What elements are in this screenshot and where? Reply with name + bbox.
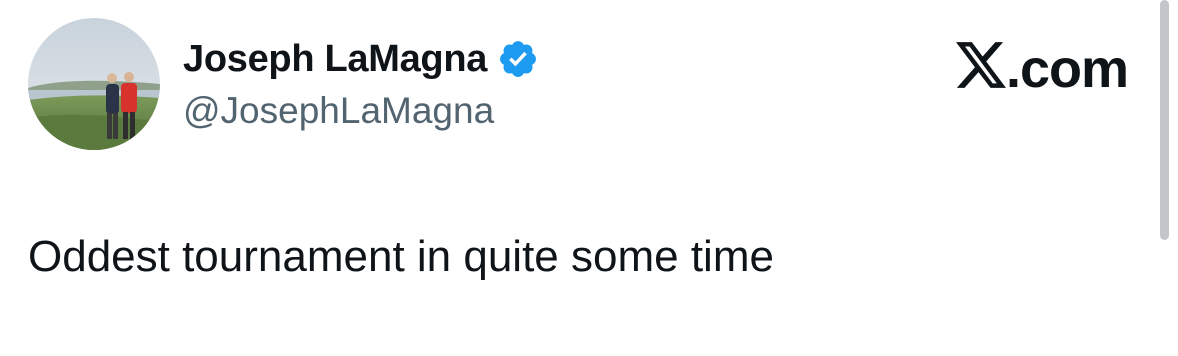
- author-row: Joseph LaMagna: [183, 36, 539, 82]
- tweet-text: Oddest tournament in quite some time: [28, 232, 774, 281]
- x-logo-icon: [955, 41, 1006, 97]
- brand-watermark: .com: [955, 39, 1129, 99]
- avatar-photo: [28, 18, 160, 150]
- author-handle[interactable]: @JosephLaMagna: [183, 90, 494, 132]
- display-name[interactable]: Joseph LaMagna: [183, 38, 487, 81]
- scrollbar-thumb[interactable]: [1160, 0, 1169, 240]
- verified-badge-icon[interactable]: [497, 38, 539, 80]
- brand-label: .com: [1005, 39, 1129, 99]
- avatar[interactable]: [28, 18, 160, 150]
